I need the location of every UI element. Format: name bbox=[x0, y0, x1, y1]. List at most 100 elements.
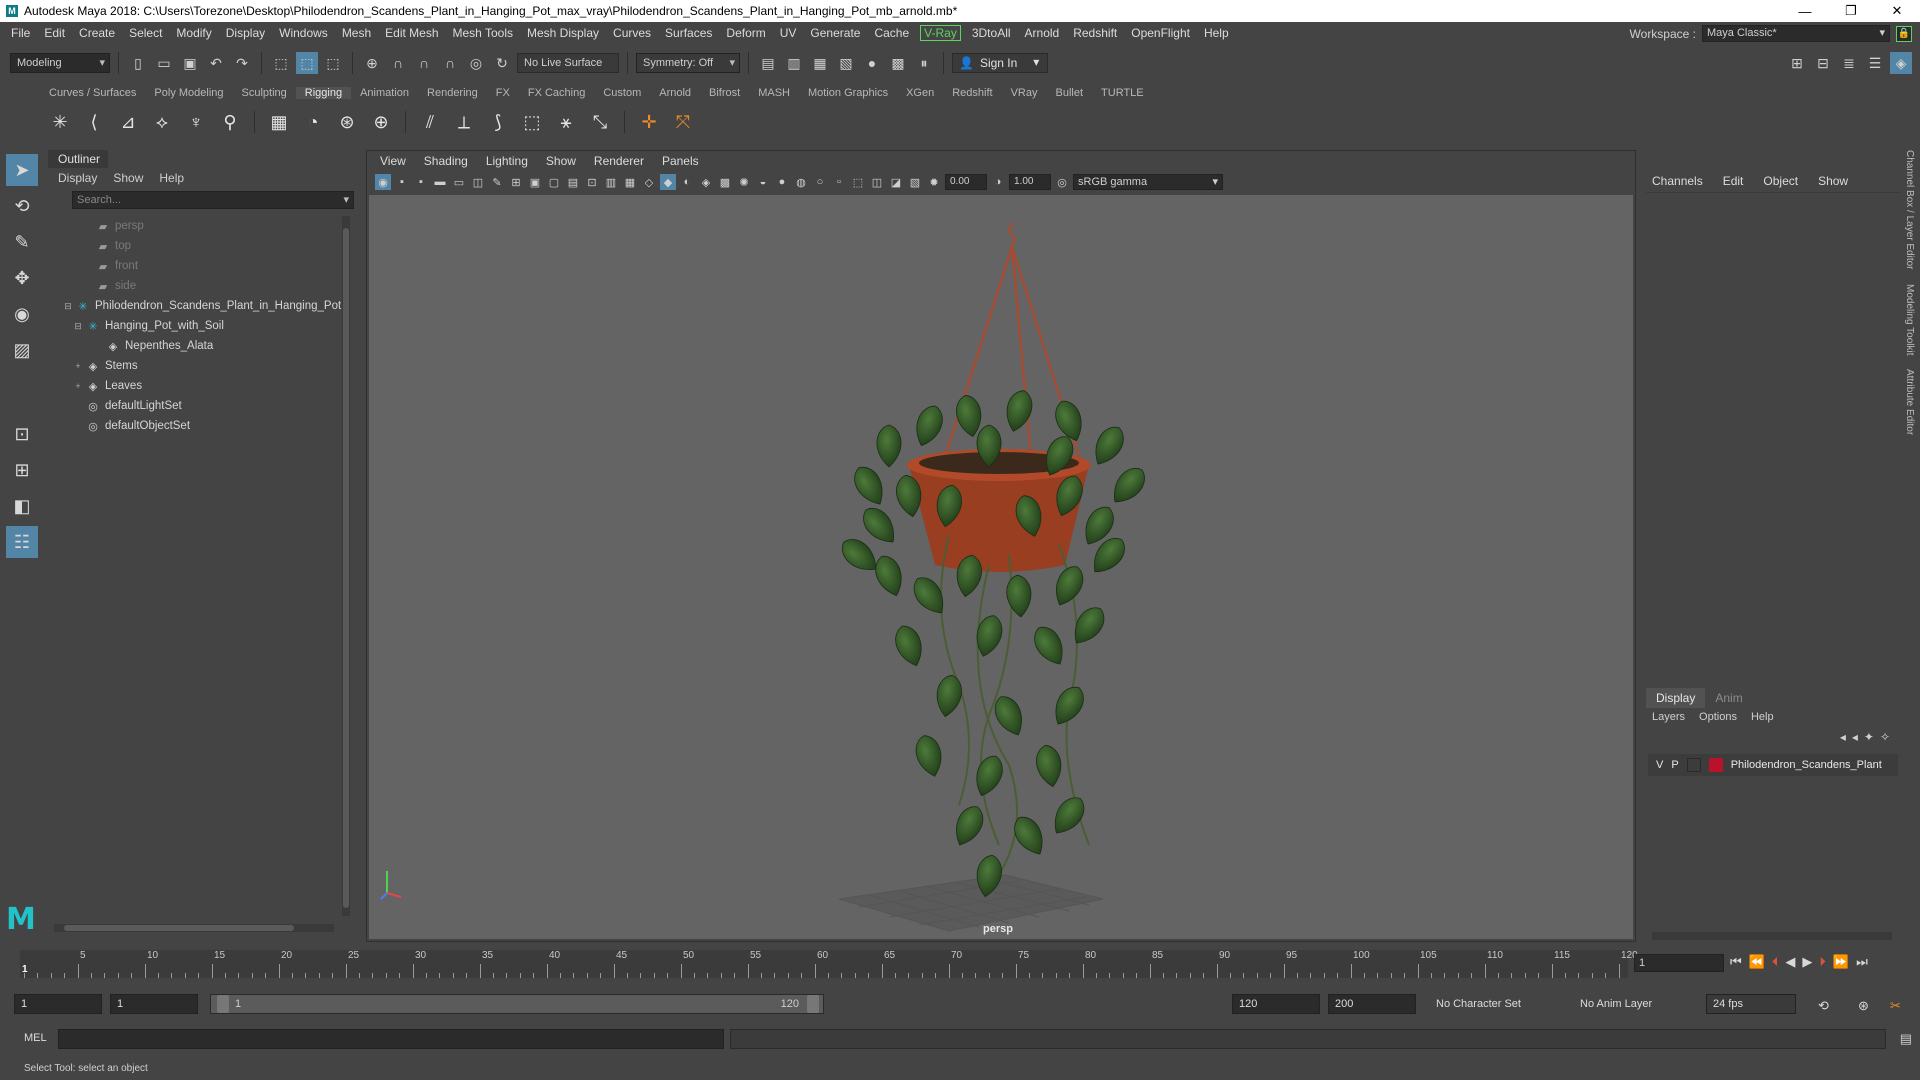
copy-weights-icon[interactable]: ⬚ bbox=[518, 108, 546, 136]
outliner-item[interactable]: ▰ front bbox=[48, 256, 344, 276]
render-settings-icon[interactable]: ▧ bbox=[835, 52, 857, 74]
animation-end-field[interactable]: 200 bbox=[1328, 994, 1416, 1014]
save-scene-icon[interactable]: ▣ bbox=[179, 52, 201, 74]
default-material-icon[interactable]: ◐ bbox=[679, 174, 695, 190]
outliner-layout-icon[interactable]: ☷ bbox=[6, 526, 38, 558]
panel-menu-view[interactable]: View bbox=[371, 154, 415, 168]
expand-toggle-icon[interactable]: ⊟ bbox=[62, 301, 74, 312]
shelf-tab-bullet[interactable]: Bullet bbox=[1047, 87, 1093, 99]
menu-mesh-display[interactable]: Mesh Display bbox=[520, 26, 606, 40]
smooth-shade-icon[interactable]: ◆ bbox=[660, 174, 676, 190]
menu-v-ray[interactable]: V-Ray bbox=[920, 25, 961, 41]
field-chart-icon[interactable]: ⊡ bbox=[584, 174, 600, 190]
shelf-tab-poly-modeling[interactable]: Poly Modeling bbox=[145, 87, 232, 99]
textured-icon[interactable]: ▩ bbox=[717, 174, 733, 190]
menu-arnold[interactable]: Arnold bbox=[1018, 26, 1067, 40]
select-camera-icon[interactable]: ◉ bbox=[375, 174, 391, 190]
grease-pencil-icon[interactable]: ✎ bbox=[489, 174, 505, 190]
layer-row[interactable]: V P Philodendron_Scandens_Plant bbox=[1648, 754, 1898, 776]
panel-menu-lighting[interactable]: Lighting bbox=[477, 154, 537, 168]
shelf-tab-rigging[interactable]: Rigging bbox=[295, 87, 352, 99]
smooth-bind-icon[interactable]: ⟂ bbox=[450, 108, 478, 136]
loop-icon[interactable]: ⟲ bbox=[1818, 998, 1829, 1014]
expand-toggle-icon[interactable]: + bbox=[72, 361, 84, 371]
point-constraint-icon[interactable]: ✛ bbox=[635, 108, 663, 136]
panel-menu-show[interactable]: Show bbox=[537, 154, 585, 168]
shelf-tab-redshift[interactable]: Redshift bbox=[943, 87, 1001, 99]
two-pane-layout-icon[interactable]: ◧ bbox=[6, 490, 38, 522]
play-forwards-icon[interactable]: ▶ bbox=[1802, 954, 1812, 970]
layer-display-type[interactable] bbox=[1686, 758, 1701, 772]
wireframe-icon[interactable]: ◇ bbox=[641, 174, 657, 190]
side-tab-attribute-editor[interactable]: Attribute Editor bbox=[1904, 369, 1915, 435]
menu-mesh-tools[interactable]: Mesh Tools bbox=[446, 26, 520, 40]
use-all-lights-icon[interactable]: ✺ bbox=[736, 174, 752, 190]
shelf-tab-custom[interactable]: Custom bbox=[594, 87, 650, 99]
render-sequence-icon[interactable]: ▥ bbox=[783, 52, 805, 74]
wire-icon[interactable]: ⊕ bbox=[367, 108, 395, 136]
menu-openflight[interactable]: OpenFlight bbox=[1124, 26, 1197, 40]
rotate-tool-icon[interactable]: ◉ bbox=[6, 298, 38, 330]
menu-redshift[interactable]: Redshift bbox=[1066, 26, 1124, 40]
gate-mask-icon[interactable]: ▤ bbox=[565, 174, 581, 190]
view-transform-dropdown[interactable]: sRGB gamma bbox=[1073, 174, 1223, 190]
mirror-weights-icon[interactable]: ⚹ bbox=[552, 108, 580, 136]
xray-icon[interactable]: ◫ bbox=[869, 174, 885, 190]
xray-joints-icon[interactable]: ▧ bbox=[907, 174, 923, 190]
tab-display[interactable]: Display bbox=[1646, 688, 1706, 708]
side-tab-modeling-toolkit[interactable]: Modeling Toolkit bbox=[1904, 284, 1915, 356]
select-tool-icon[interactable]: ➤ bbox=[6, 154, 38, 186]
camera-attributes-icon[interactable]: ▪ bbox=[413, 174, 429, 190]
single-pane-layout-icon[interactable]: ⊡ bbox=[6, 418, 38, 450]
parent-constraint-icon[interactable]: ⤧ bbox=[669, 108, 697, 136]
go-to-start-icon[interactable]: ⏮ bbox=[1730, 954, 1742, 970]
resolution-gate-icon[interactable]: ▢ bbox=[546, 174, 562, 190]
layer-playback-toggle[interactable]: P bbox=[1671, 759, 1678, 771]
select-component-icon[interactable]: ⬚ bbox=[322, 52, 344, 74]
select-hierarchy-icon[interactable]: ⬚ bbox=[270, 52, 292, 74]
outliner-item[interactable]: ⊟ ✳ Hanging_Pot_with_Soil bbox=[48, 316, 344, 336]
gamma-field[interactable]: 1.00 bbox=[1009, 174, 1051, 190]
shelf-tab-animation[interactable]: Animation bbox=[351, 87, 418, 99]
image-plane-icon[interactable]: ▭ bbox=[451, 174, 467, 190]
3d-viewport[interactable]: persp bbox=[369, 195, 1633, 939]
menu-deform[interactable]: Deform bbox=[719, 26, 772, 40]
four-pane-layout-icon[interactable]: ⊞ bbox=[6, 454, 38, 486]
menu-windows[interactable]: Windows bbox=[272, 26, 335, 40]
outliner-menu-display[interactable]: Display bbox=[58, 171, 97, 185]
render-frame-icon[interactable]: ▤ bbox=[757, 52, 779, 74]
menu-display[interactable]: Display bbox=[219, 26, 272, 40]
menu-mesh[interactable]: Mesh bbox=[335, 26, 378, 40]
outliner-item[interactable]: ◎ defaultObjectSet bbox=[48, 416, 344, 436]
snap-point-icon[interactable]: ∩ bbox=[413, 52, 435, 74]
depth-of-field-icon[interactable]: ▫ bbox=[831, 174, 847, 190]
wrap-icon[interactable]: ⊛ bbox=[333, 108, 361, 136]
animation-start-field[interactable]: 1 bbox=[14, 994, 102, 1014]
motion-blur-icon[interactable]: ◍ bbox=[793, 174, 809, 190]
channel-menu-edit[interactable]: Edit bbox=[1723, 174, 1744, 188]
paint-select-icon[interactable]: ✎ bbox=[6, 226, 38, 258]
workspace-dropdown[interactable]: Maya Classic* bbox=[1702, 25, 1890, 42]
menu-file[interactable]: File bbox=[4, 26, 37, 40]
redo-icon[interactable]: ↷ bbox=[231, 52, 253, 74]
step-forward-key-icon[interactable]: ⏩ bbox=[1833, 954, 1849, 970]
ik-handle-icon[interactable]: ⟨ bbox=[80, 108, 108, 136]
menu-edit-mesh[interactable]: Edit Mesh bbox=[378, 26, 445, 40]
tool-settings-icon[interactable]: ≣ bbox=[1838, 52, 1860, 74]
outliner-item[interactable]: + ◈ Stems bbox=[48, 356, 344, 376]
film-gate-icon[interactable]: ▣ bbox=[527, 174, 543, 190]
maximize-button[interactable]: ❐ bbox=[1828, 0, 1874, 22]
move-tool-icon[interactable]: ✥ bbox=[6, 262, 38, 294]
outliner-item[interactable]: ⊟ ✳ Philodendron_Scandens_Plant_in_Hanging… bbox=[48, 296, 344, 316]
layer-menu-options[interactable]: Options bbox=[1699, 711, 1737, 723]
sign-in-button[interactable]: 👤 Sign In bbox=[952, 53, 1049, 73]
lock-icon[interactable]: 🔒 bbox=[1896, 25, 1912, 42]
anti-aliasing-icon[interactable]: ○ bbox=[812, 174, 828, 190]
hypershade-icon[interactable]: ● bbox=[861, 52, 883, 74]
shelf-tab-arnold[interactable]: Arnold bbox=[650, 87, 700, 99]
go-to-end-icon[interactable]: ⏭ bbox=[1856, 954, 1868, 970]
wireframe-on-shaded-icon[interactable]: ◈ bbox=[698, 174, 714, 190]
step-forward-frame-icon[interactable]: ⏵ bbox=[1819, 954, 1826, 970]
outliner-item[interactable]: + ◈ Leaves bbox=[48, 376, 344, 396]
modeling-toolkit-icon[interactable]: ⊞ bbox=[1786, 52, 1808, 74]
